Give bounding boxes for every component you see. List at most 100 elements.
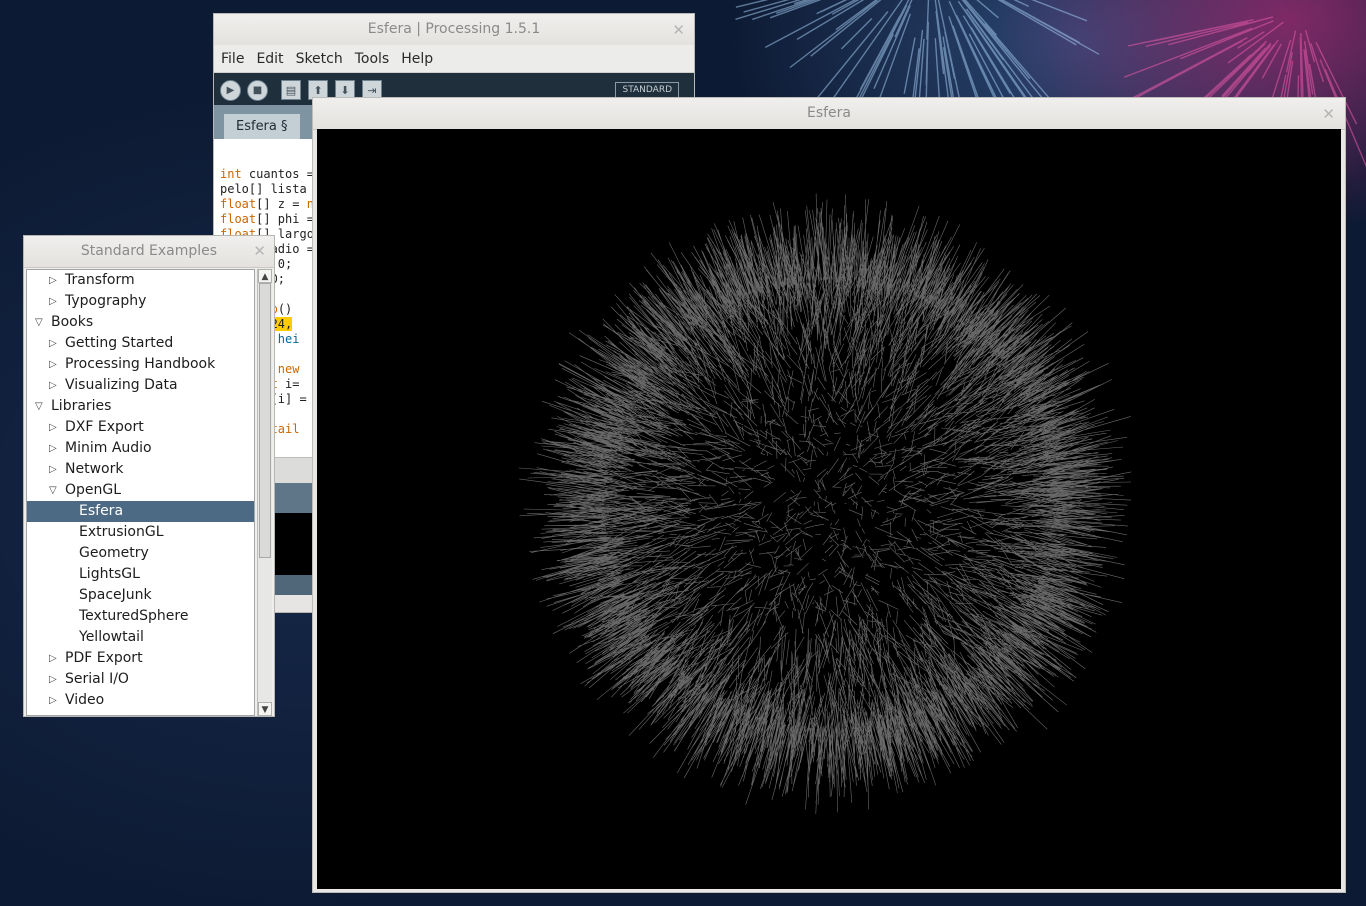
standard-examples-window: Standard Examples ✕ ▷ Transform ▷ Typograph… — [23, 235, 275, 717]
examples-scrollbar[interactable]: ▲ ▼ — [257, 269, 272, 716]
code-line: int cuantos = — [220, 167, 321, 182]
menu-help[interactable]: Help — [401, 51, 433, 67]
tree-item-label: Libraries — [51, 398, 112, 414]
tree-item-label: Network — [65, 461, 124, 477]
menu-edit[interactable]: Edit — [256, 51, 283, 67]
tree-item[interactable]: SpaceJunk — [27, 585, 254, 606]
tree-item-label: Minim Audio — [65, 440, 152, 456]
code-token: cuantos = — [241, 167, 322, 181]
tree-item-label: Getting Started — [65, 335, 174, 351]
tree-item-label: Transform — [65, 272, 135, 288]
code-line: pelo[] lista — [220, 182, 314, 197]
tree-item[interactable]: ▷ PDF Export — [27, 648, 254, 669]
tree-item[interactable]: ▽ OpenGL — [27, 480, 254, 501]
expanded-triangle-icon[interactable]: ▽ — [49, 480, 57, 501]
code-token: hei — [277, 332, 300, 346]
esfera-sketch-window: Esfera ✕ — [312, 97, 1346, 893]
tree-item-label: Yellowtail — [79, 629, 144, 645]
code-token: () — [277, 302, 293, 316]
collapsed-triangle-icon[interactable]: ▷ — [49, 690, 57, 711]
tree-item[interactable]: Esfera — [27, 501, 254, 522]
code-line: float[] z = n — [220, 197, 314, 212]
tree-item-label: Video — [65, 692, 105, 708]
collapsed-triangle-icon[interactable]: ▷ — [49, 354, 57, 375]
code-token: float — [220, 197, 257, 211]
code-token: int — [220, 167, 242, 181]
tab-esfera[interactable]: Esfera § — [224, 114, 300, 139]
tree-item[interactable]: ▷ DXF Export — [27, 417, 254, 438]
tree-item[interactable]: ▷ Transform — [27, 270, 254, 291]
tree-item[interactable]: ▷ Processing Handbook — [27, 354, 254, 375]
new-icon[interactable]: ▤ — [281, 80, 301, 100]
code-token: float — [220, 212, 257, 226]
collapsed-triangle-icon[interactable]: ▷ — [49, 333, 57, 354]
tree-item-label: Visualizing Data — [65, 377, 178, 393]
tree-item-label: TexturedSphere — [79, 608, 189, 624]
tree-item-label: PDF Export — [65, 650, 143, 666]
menu-sketch[interactable]: Sketch — [296, 51, 343, 67]
tree-item-label: DXF Export — [65, 419, 144, 435]
tree-item[interactable]: ▽ Libraries — [27, 396, 254, 417]
collapsed-triangle-icon[interactable]: ▷ — [49, 375, 57, 396]
collapsed-triangle-icon[interactable]: ▷ — [49, 270, 57, 291]
ide-title: Esfera | Processing 1.5.1 — [367, 21, 541, 37]
tree-item-label: Typography — [65, 293, 147, 309]
menu-tools[interactable]: Tools — [355, 51, 390, 67]
sketch-title: Esfera — [806, 105, 852, 121]
mode-button[interactable]: STANDARD — [615, 82, 679, 98]
scroll-down-icon[interactable]: ▼ — [258, 702, 272, 716]
tree-item[interactable]: ▷ Minim Audio — [27, 438, 254, 459]
tree-item-label: LightsGL — [79, 566, 140, 582]
expanded-triangle-icon[interactable]: ▽ — [35, 312, 43, 333]
collapsed-triangle-icon[interactable]: ▷ — [49, 291, 57, 312]
ide-menubar: File Edit Sketch Tools Help — [214, 45, 694, 73]
tree-item[interactable]: ▷ Video — [27, 690, 254, 711]
menu-file[interactable]: File — [221, 51, 244, 67]
code-token: [] z = — [256, 197, 307, 211]
tree-item-label: Processing Handbook — [65, 356, 216, 372]
sphere-hairs — [518, 193, 1132, 814]
tree-item[interactable]: ▷ Typography — [27, 291, 254, 312]
tree-item-label: Geometry — [79, 545, 149, 561]
tree-item[interactable]: LightsGL — [27, 564, 254, 585]
tree-item[interactable]: TexturedSphere — [27, 606, 254, 627]
code-token: new — [277, 362, 300, 376]
collapsed-triangle-icon[interactable]: ▷ — [49, 438, 57, 459]
collapsed-triangle-icon[interactable]: ▷ — [49, 459, 57, 480]
examples-close-icon[interactable]: ✕ — [253, 244, 266, 259]
tree-item[interactable]: Geometry — [27, 543, 254, 564]
tree-item[interactable]: ▽ Books — [27, 312, 254, 333]
tree-item-label: ExtrusionGL — [79, 524, 164, 540]
tree-item-label: Books — [51, 314, 94, 330]
code-token: i= — [277, 377, 300, 391]
tree-item[interactable]: ▷ Network — [27, 459, 254, 480]
scroll-up-icon[interactable]: ▲ — [258, 269, 272, 283]
tree-item-label: OpenGL — [65, 482, 122, 498]
tree-item[interactable]: ▷ Serial I/O — [27, 669, 254, 690]
tree-item-label: Serial I/O — [65, 671, 129, 687]
code-line: float[] phi = — [220, 212, 321, 227]
tree-item[interactable]: ▷ Getting Started — [27, 333, 254, 354]
hairy-sphere-render — [518, 193, 1132, 814]
tree-item[interactable]: Yellowtail — [27, 627, 254, 648]
collapsed-triangle-icon[interactable]: ▷ — [49, 417, 57, 438]
tree-item-label: SpaceJunk — [79, 587, 152, 603]
ide-titlebar[interactable]: Esfera | Processing 1.5.1 ✕ — [214, 14, 694, 46]
code-token: pelo[] lista — [220, 182, 314, 196]
examples-title: Standard Examples — [80, 243, 218, 259]
sketch-titlebar[interactable]: Esfera ✕ — [313, 98, 1345, 130]
stop-icon[interactable]: ■ — [247, 80, 268, 101]
scrollbar-thumb[interactable] — [259, 283, 271, 558]
expanded-triangle-icon[interactable]: ▽ — [35, 396, 43, 417]
collapsed-triangle-icon[interactable]: ▷ — [49, 648, 57, 669]
ide-close-icon[interactable]: ✕ — [672, 23, 685, 38]
sketch-canvas[interactable] — [317, 129, 1341, 889]
examples-titlebar[interactable]: Standard Examples ✕ — [24, 236, 274, 268]
collapsed-triangle-icon[interactable]: ▷ — [49, 669, 57, 690]
tree-item[interactable]: ▷ Visualizing Data — [27, 375, 254, 396]
sketch-close-icon[interactable]: ✕ — [1322, 107, 1335, 122]
tree-item[interactable]: ExtrusionGL — [27, 522, 254, 543]
tree-item-label: Esfera — [79, 503, 124, 519]
run-icon[interactable]: ▶ — [220, 80, 241, 101]
examples-tree: ▷ Transform ▷ Typography ▽ Books ▷ Getting Star… — [26, 269, 255, 716]
